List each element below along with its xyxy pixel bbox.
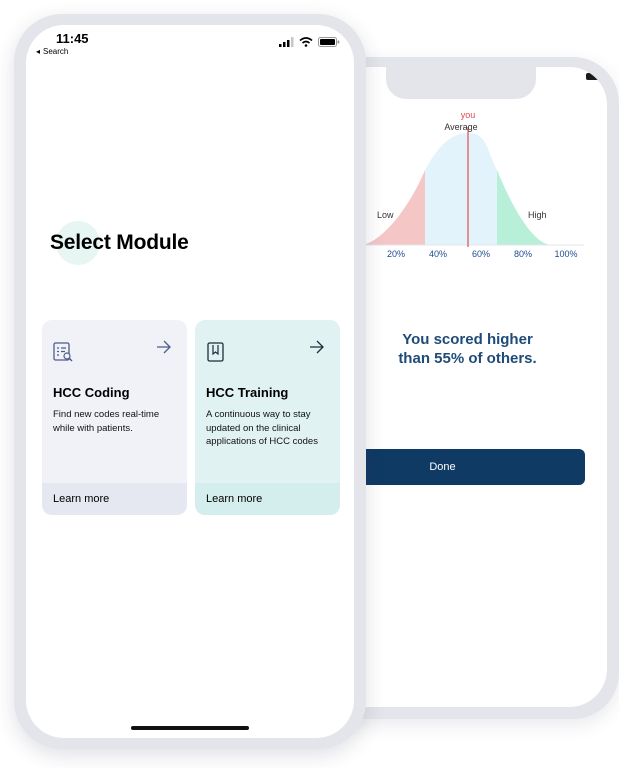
page-title: Select Module — [50, 231, 189, 254]
low-band — [360, 170, 425, 245]
document-search-icon — [53, 342, 73, 362]
score-line-2: than 55% of others. — [398, 350, 537, 367]
card-description: Find new codes real-time while with pati… — [53, 409, 160, 434]
home-indicator[interactable] — [131, 726, 249, 730]
module-card-hcc-training[interactable]: HCC Training A continuous way to stay up… — [195, 320, 340, 515]
low-label: Low — [377, 210, 394, 220]
average-band — [425, 133, 497, 245]
learn-more-link[interactable]: Learn more — [195, 483, 340, 515]
you-marker-label: you — [460, 110, 476, 120]
signal-icon — [279, 37, 294, 47]
wifi-icon — [299, 37, 313, 47]
back-to-search-link[interactable]: ◂ Search — [36, 47, 68, 56]
score-message: You scored higher than 55% of others. — [360, 330, 575, 368]
book-icon — [207, 342, 224, 362]
x-tick-100: 100% — [554, 249, 578, 259]
learn-more-link[interactable]: Learn more — [42, 483, 187, 515]
module-phone-frame: 11:45 ◂ Search Select Module HCC Coding … — [14, 14, 366, 749]
back-search-label: Search — [43, 47, 69, 56]
card-title: HCC Coding — [53, 385, 130, 400]
arrow-right-icon — [310, 340, 324, 354]
high-band — [497, 170, 552, 245]
card-title: HCC Training — [206, 385, 289, 400]
module-card-hcc-coding[interactable]: HCC Coding Find new codes real-time whil… — [42, 320, 187, 515]
card-description: A continuous way to stay updated on the … — [206, 409, 318, 447]
high-label: High — [528, 210, 547, 220]
arrow-right-icon — [157, 340, 171, 354]
module-screen: 11:45 ◂ Search Select Module HCC Coding … — [26, 25, 354, 738]
x-tick-40: 40% — [428, 249, 448, 259]
battery-icon — [318, 37, 340, 47]
x-tick-60: 60% — [471, 249, 491, 259]
status-time: 11:45 — [56, 31, 89, 46]
x-tick-80: 80% — [513, 249, 533, 259]
x-tick-20: 20% — [386, 249, 406, 259]
average-label: Average — [444, 122, 478, 132]
status-icons — [279, 37, 340, 47]
score-line-1: You scored higher — [402, 331, 533, 348]
back-triangle-icon: ◂ — [36, 47, 41, 56]
